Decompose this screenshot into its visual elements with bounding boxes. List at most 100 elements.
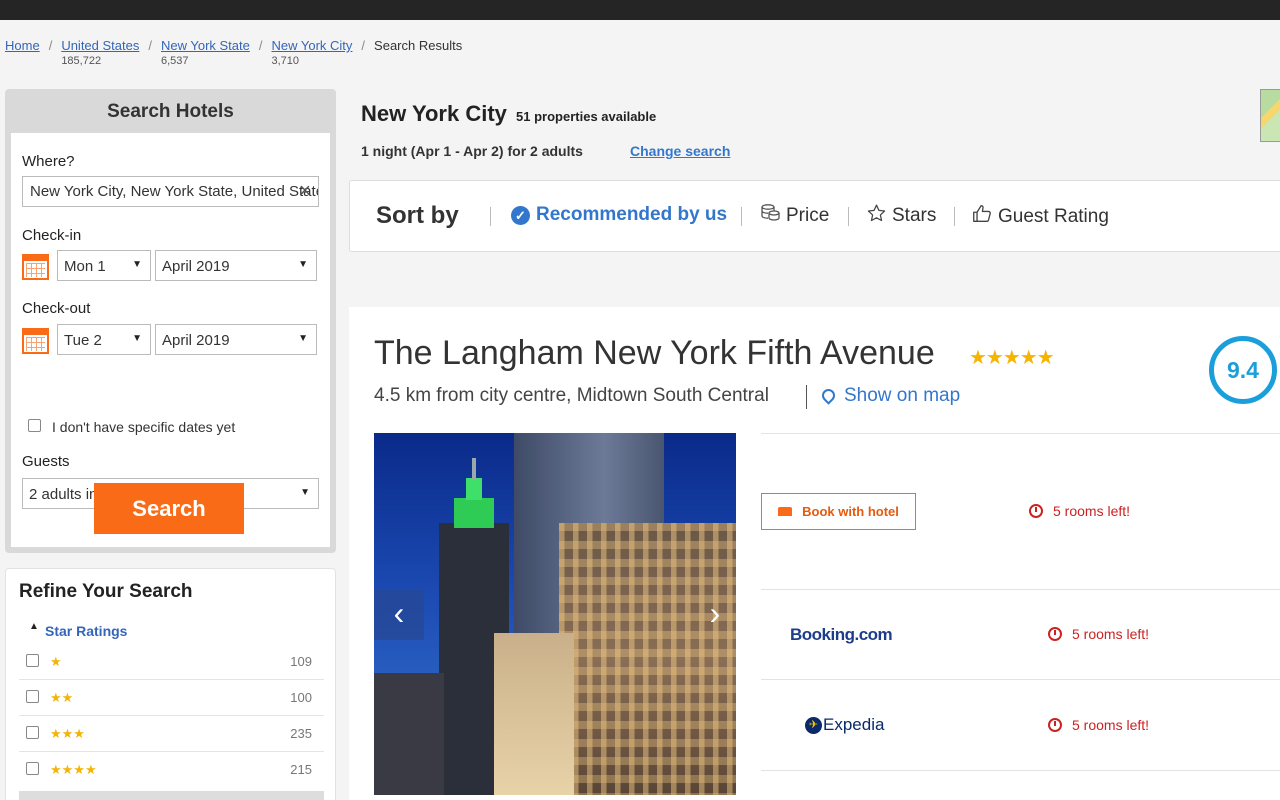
divider bbox=[741, 207, 742, 226]
dropdown-arrow-icon: ▼ bbox=[132, 259, 142, 270]
sort-label: Sort by bbox=[376, 202, 459, 229]
booking-com-logo[interactable]: Booking.com bbox=[790, 625, 893, 645]
breadcrumb-separator: / bbox=[148, 38, 152, 53]
coins-icon bbox=[761, 204, 780, 227]
clock-icon bbox=[1029, 504, 1043, 518]
map-pin-icon bbox=[819, 385, 838, 405]
dropdown-arrow-icon: ▼ bbox=[298, 259, 308, 270]
star-icons: ★★★ bbox=[50, 726, 85, 741]
breadcrumb-separator: / bbox=[361, 38, 366, 53]
bed-icon bbox=[778, 507, 793, 516]
book-with-hotel-button[interactable]: Book with hotel bbox=[761, 493, 916, 530]
rating-filter-4-star[interactable]: ★★★★ 215 bbox=[19, 752, 324, 788]
divider bbox=[761, 433, 1280, 434]
where-input[interactable]: New York City, New York State, United St… bbox=[22, 176, 319, 207]
calendar-icon[interactable] bbox=[22, 328, 49, 354]
dropdown-arrow-icon: ▼ bbox=[132, 333, 142, 344]
rooms-left-text: 5 rooms left! bbox=[1072, 717, 1150, 733]
carousel-next-icon[interactable]: › bbox=[690, 590, 736, 640]
guests-label: Guests bbox=[22, 453, 70, 470]
provider-name: Booking.com bbox=[790, 625, 893, 644]
show-on-map-label: Show on map bbox=[844, 385, 961, 406]
hotel-card: The Langham New York Fifth Avenue ★★★★★ … bbox=[349, 307, 1280, 800]
rating-filter-2-star[interactable]: ★★ 100 bbox=[19, 680, 324, 716]
breadcrumb-count: 6,537 bbox=[160, 55, 189, 67]
guest-score-badge: 9.4 bbox=[1209, 336, 1277, 404]
browser-top-bar bbox=[0, 0, 1280, 20]
checkin-month-select[interactable]: April 2019 ▼ bbox=[155, 250, 317, 281]
breadcrumb-item-united-states: United States 185,722 bbox=[61, 38, 139, 70]
show-on-map-link[interactable]: Show on map bbox=[819, 385, 961, 407]
sort-option-label: Recommended by us bbox=[536, 204, 728, 225]
breadcrumb-item-new-york-state: New York State 6,537 bbox=[161, 38, 250, 70]
rating-filter-3-star[interactable]: ★★★ 235 bbox=[19, 716, 324, 752]
rating-count: 109 bbox=[290, 654, 312, 669]
search-panel-title: Search Hotels bbox=[107, 101, 234, 122]
clock-icon bbox=[1048, 627, 1062, 641]
divider bbox=[806, 385, 807, 409]
breadcrumb-count: 3,710 bbox=[271, 55, 300, 67]
divider bbox=[761, 770, 1280, 771]
clear-icon[interactable]: × bbox=[296, 181, 314, 201]
rating-count: 215 bbox=[290, 762, 312, 777]
sort-guest-rating[interactable]: Guest Rating bbox=[972, 204, 1109, 229]
divider bbox=[761, 589, 1280, 590]
change-search-link[interactable]: Change search bbox=[630, 143, 730, 159]
rating-checkbox[interactable] bbox=[26, 690, 39, 703]
sort-stars[interactable]: Stars bbox=[867, 204, 936, 228]
breadcrumb-separator: / bbox=[258, 38, 263, 53]
checkin-day-value: Mon 1 bbox=[64, 258, 106, 275]
breadcrumb-link-new-york-city[interactable]: New York City bbox=[272, 38, 353, 54]
checkin-month-value: April 2019 bbox=[162, 258, 230, 275]
collapse-triangle-icon[interactable]: ▲ bbox=[29, 621, 39, 632]
carousel-prev-icon[interactable]: ‹ bbox=[374, 590, 424, 640]
star-icons: ★★★★ bbox=[50, 762, 97, 777]
rating-filter-1-star[interactable]: ★ 109 bbox=[19, 644, 324, 680]
rooms-left-notice: 5 rooms left! bbox=[1029, 503, 1130, 519]
breadcrumb-current: Search Results bbox=[374, 38, 463, 53]
where-label: Where? bbox=[22, 153, 75, 170]
refine-search-panel: Refine Your Search ▲ Star Ratings ★ 109 … bbox=[5, 568, 336, 800]
dropdown-arrow-icon: ▼ bbox=[298, 333, 308, 344]
map-thumbnail[interactable] bbox=[1260, 89, 1280, 142]
search-button[interactable]: Search bbox=[94, 483, 244, 534]
breadcrumb-link-united-states[interactable]: United States bbox=[61, 38, 139, 54]
refine-title: Refine Your Search bbox=[19, 581, 193, 602]
sort-recommended[interactable]: ✓ Recommended by us bbox=[511, 204, 727, 226]
sort-price[interactable]: Price bbox=[761, 204, 829, 227]
checkout-day-select[interactable]: Tue 2 ▼ bbox=[57, 324, 151, 355]
checkout-month-select[interactable]: April 2019 ▼ bbox=[155, 324, 317, 355]
rooms-left-notice: 5 rooms left! bbox=[1048, 626, 1149, 642]
checkin-day-select[interactable]: Mon 1 ▼ bbox=[57, 250, 151, 281]
results-city: New York City bbox=[361, 101, 507, 126]
star-icons: ★ bbox=[50, 654, 62, 669]
book-with-hotel-label: Book with hotel bbox=[802, 504, 899, 519]
breadcrumb-link-new-york-state[interactable]: New York State bbox=[161, 38, 250, 54]
breadcrumb-link-home[interactable]: Home bbox=[5, 38, 40, 54]
hotel-name[interactable]: The Langham New York Fifth Avenue bbox=[374, 334, 935, 373]
rating-checkbox[interactable] bbox=[26, 762, 39, 775]
expedia-logo[interactable]: ✈ Expedia bbox=[805, 715, 884, 735]
rating-checkbox[interactable] bbox=[26, 654, 39, 667]
hotel-photo[interactable]: ‹ › bbox=[374, 433, 736, 795]
breadcrumb-item-home: Home bbox=[5, 38, 40, 70]
dropdown-arrow-icon: ▼ bbox=[300, 487, 310, 498]
expedia-plane-icon: ✈ bbox=[805, 716, 822, 734]
search-hotels-panel: Search Hotels Where? New York City, New … bbox=[5, 89, 336, 553]
checkout-label: Check-out bbox=[22, 300, 91, 317]
rating-checkbox[interactable] bbox=[26, 726, 39, 739]
calendar-icon[interactable] bbox=[22, 254, 49, 280]
breadcrumb-count: 185,722 bbox=[61, 55, 102, 67]
stay-summary: 1 night (Apr 1 - Apr 2) for 2 adults bbox=[361, 143, 583, 159]
checkin-label: Check-in bbox=[22, 227, 82, 244]
rooms-left-notice: 5 rooms left! bbox=[1048, 717, 1149, 733]
results-title: New York City 51 properties available bbox=[361, 101, 656, 127]
no-dates-checkbox[interactable] bbox=[28, 419, 41, 432]
rooms-left-text: 5 rooms left! bbox=[1053, 503, 1131, 519]
rating-filter-5-star[interactable] bbox=[19, 791, 324, 800]
divider bbox=[954, 207, 955, 226]
star-ratings-toggle[interactable]: Star Ratings bbox=[45, 623, 127, 639]
star-icons: ★★ bbox=[50, 690, 74, 705]
checkout-month-value: April 2019 bbox=[162, 332, 230, 349]
breadcrumb-separator: / bbox=[48, 38, 53, 53]
